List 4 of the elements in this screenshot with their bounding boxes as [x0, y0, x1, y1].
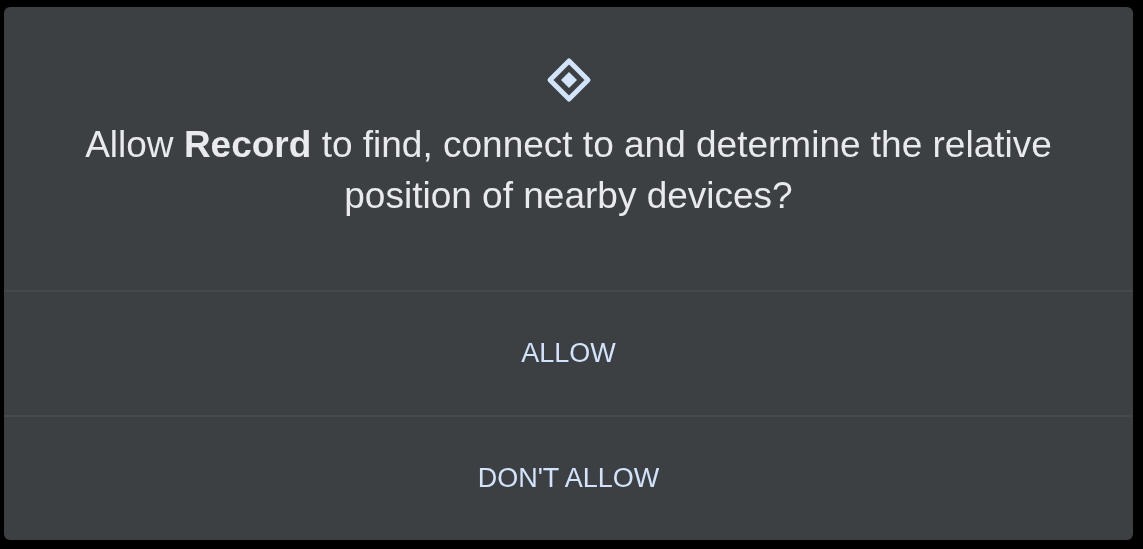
allow-button[interactable]: ALLOW: [4, 292, 1133, 415]
permission-question: Allow Record to find, connect to and determine the relative position of nearby devices?: [84, 123, 1053, 218]
deny-button[interactable]: DON'T ALLOW: [4, 417, 1133, 540]
diamond-icon: [545, 57, 592, 103]
